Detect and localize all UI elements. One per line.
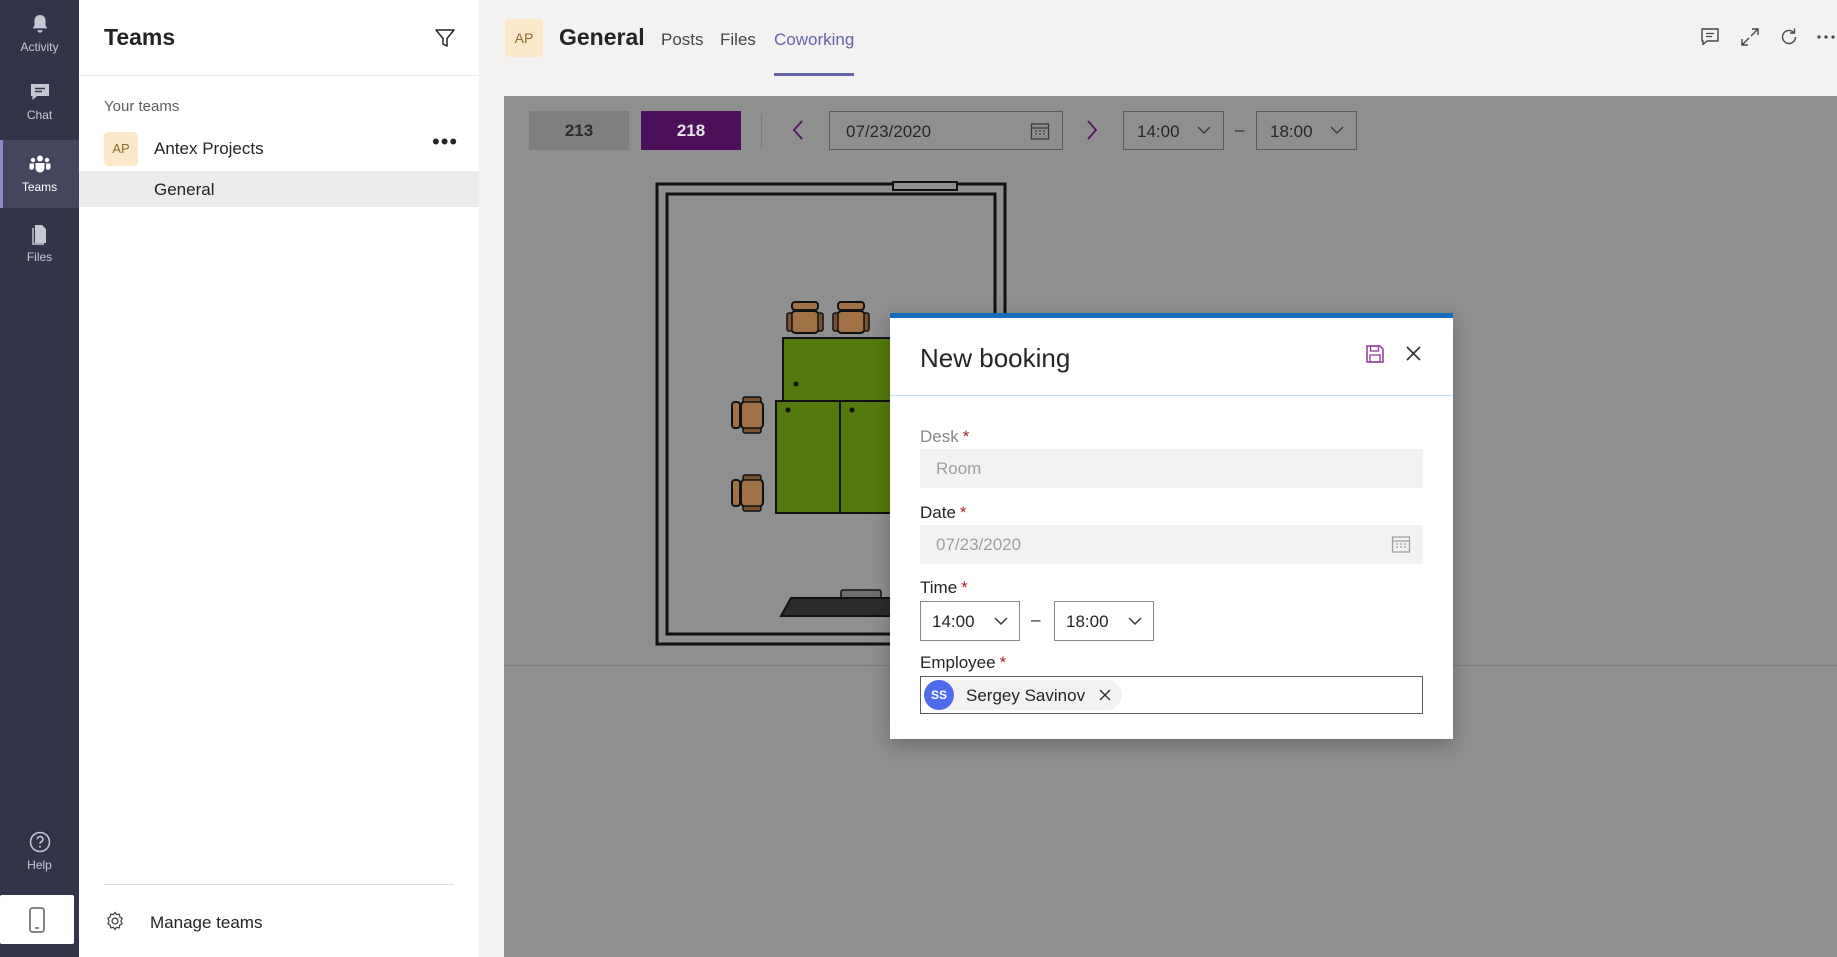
app-rail: Activity Chat Teams Files Help bbox=[0, 0, 79, 957]
teams-list-panel: Teams Your teams AP Antex Projects ••• G… bbox=[79, 0, 479, 957]
desk-field: Room bbox=[920, 449, 1423, 488]
help-icon bbox=[29, 831, 50, 853]
chair bbox=[731, 396, 764, 434]
file-icon bbox=[31, 225, 46, 245]
chair bbox=[832, 301, 870, 334]
chevron-down-icon bbox=[1197, 126, 1211, 134]
toolbar-separator bbox=[761, 114, 762, 148]
required-mark: * bbox=[962, 427, 970, 446]
rail-item-activity[interactable]: Activity bbox=[0, 0, 79, 68]
team-name: Antex Projects bbox=[154, 139, 264, 158]
manage-teams-label: Manage teams bbox=[150, 913, 263, 932]
time-label: Time * bbox=[920, 578, 968, 598]
date-label-text: Date bbox=[920, 503, 956, 522]
persona-chip: SS Sergey Savinov bbox=[924, 680, 1122, 710]
rail-label: Teams bbox=[21, 180, 58, 194]
required-mark: * bbox=[961, 578, 968, 597]
avatar: SS bbox=[924, 680, 954, 710]
teams-panel-header: Teams bbox=[79, 0, 479, 76]
divider bbox=[104, 884, 454, 885]
team-item-antex-projects[interactable]: AP Antex Projects ••• bbox=[79, 130, 479, 166]
rail-label: Files bbox=[26, 250, 53, 264]
required-mark: * bbox=[999, 653, 1007, 672]
rail-item-help[interactable]: Help bbox=[0, 818, 79, 886]
required-mark: * bbox=[959, 503, 967, 522]
chevron-down-icon bbox=[1128, 617, 1142, 625]
date-value: 07/23/2020 bbox=[846, 122, 932, 141]
rail-label: Chat bbox=[26, 108, 53, 122]
time-to-select[interactable]: 18:00 bbox=[1054, 601, 1154, 641]
channel-name: General bbox=[154, 180, 215, 199]
desk[interactable] bbox=[775, 400, 841, 514]
toolbar-date-picker[interactable]: 07/23/2020 bbox=[829, 111, 1063, 150]
time-separator: – bbox=[1031, 610, 1041, 629]
tab-posts[interactable]: Posts bbox=[661, 30, 704, 76]
chair bbox=[731, 474, 764, 512]
teams-icon bbox=[29, 155, 51, 173]
time-from-select[interactable]: 14:00 bbox=[920, 601, 1020, 641]
employee-label: Employee * bbox=[920, 653, 1006, 673]
channel-item-general[interactable]: General bbox=[79, 171, 479, 207]
chat-icon bbox=[30, 84, 49, 100]
filter-icon[interactable] bbox=[433, 26, 457, 50]
rail-item-files[interactable]: Files bbox=[0, 210, 79, 278]
channel-avatar: AP bbox=[505, 19, 543, 57]
employee-label-text: Employee bbox=[920, 653, 996, 672]
room-button-213[interactable]: 213 bbox=[529, 111, 629, 150]
desk-label-text: Desk bbox=[920, 427, 959, 446]
employee-picker[interactable]: SS Sergey Savinov bbox=[920, 676, 1423, 714]
dialog-title: New booking bbox=[920, 343, 1071, 373]
tab-files[interactable]: Files bbox=[720, 30, 756, 76]
close-icon[interactable] bbox=[1405, 345, 1422, 362]
room-button-218[interactable]: 218 bbox=[641, 111, 741, 150]
room-door bbox=[892, 181, 958, 191]
rail-label: Activity bbox=[20, 40, 59, 54]
chair bbox=[786, 301, 824, 334]
mobile-app-button[interactable] bbox=[0, 895, 74, 944]
team-avatar: AP bbox=[104, 132, 138, 166]
remove-icon[interactable] bbox=[1099, 689, 1111, 701]
persona-name: Sergey Savinov bbox=[966, 686, 1086, 705]
phone-icon bbox=[29, 907, 45, 933]
reload-icon[interactable] bbox=[1778, 26, 1800, 48]
chevron-left-icon[interactable] bbox=[788, 118, 808, 142]
date-field: 07/23/2020 bbox=[920, 525, 1423, 564]
save-icon[interactable] bbox=[1365, 344, 1385, 364]
chevron-down-icon bbox=[1330, 126, 1344, 134]
time-from-value: 14:00 bbox=[1137, 122, 1180, 141]
date-label: Date * bbox=[920, 503, 967, 523]
channel-title: General bbox=[559, 24, 645, 50]
toolbar-time-to[interactable]: 18:00 bbox=[1256, 111, 1357, 150]
manage-teams-button[interactable]: Manage teams bbox=[104, 910, 454, 936]
section-label: Your teams bbox=[104, 98, 180, 115]
more-icon[interactable] bbox=[1815, 26, 1837, 48]
time-to-value: 18:00 bbox=[1270, 122, 1313, 141]
time-to-value: 18:00 bbox=[1066, 612, 1109, 631]
expand-icon[interactable] bbox=[1739, 26, 1761, 48]
calendar-icon bbox=[1391, 536, 1411, 553]
desk-value: Room bbox=[936, 459, 982, 478]
toolbar-time-from[interactable]: 14:00 bbox=[1123, 111, 1224, 150]
time-from-value: 14:00 bbox=[932, 612, 975, 631]
time-label-text: Time bbox=[920, 578, 958, 597]
conversation-icon[interactable] bbox=[1699, 26, 1721, 48]
dialog-header-divider bbox=[890, 395, 1453, 396]
new-booking-dialog: New booking Desk * Room Date * 07/23/2020 … bbox=[890, 313, 1453, 739]
teams-app: Activity Chat Teams Files Help Teams You… bbox=[0, 0, 1837, 957]
channel-header: AP General Posts Files Coworking bbox=[479, 0, 1837, 76]
date-value: 07/23/2020 bbox=[936, 535, 1022, 554]
chevron-right-icon[interactable] bbox=[1082, 118, 1102, 142]
rail-label: Help bbox=[27, 858, 52, 872]
desk-label: Desk * bbox=[920, 427, 969, 447]
rail-item-teams[interactable]: Teams bbox=[0, 140, 79, 208]
time-separator: – bbox=[1235, 120, 1245, 139]
bell-icon bbox=[32, 15, 47, 33]
chevron-down-icon bbox=[994, 617, 1008, 625]
rail-item-chat[interactable]: Chat bbox=[0, 68, 79, 136]
more-options-icon[interactable]: ••• bbox=[432, 131, 460, 156]
panel-title: Teams bbox=[104, 24, 176, 50]
tab-coworking[interactable]: Coworking bbox=[774, 30, 855, 76]
gear-icon bbox=[107, 911, 123, 931]
calendar-icon bbox=[1030, 123, 1050, 140]
